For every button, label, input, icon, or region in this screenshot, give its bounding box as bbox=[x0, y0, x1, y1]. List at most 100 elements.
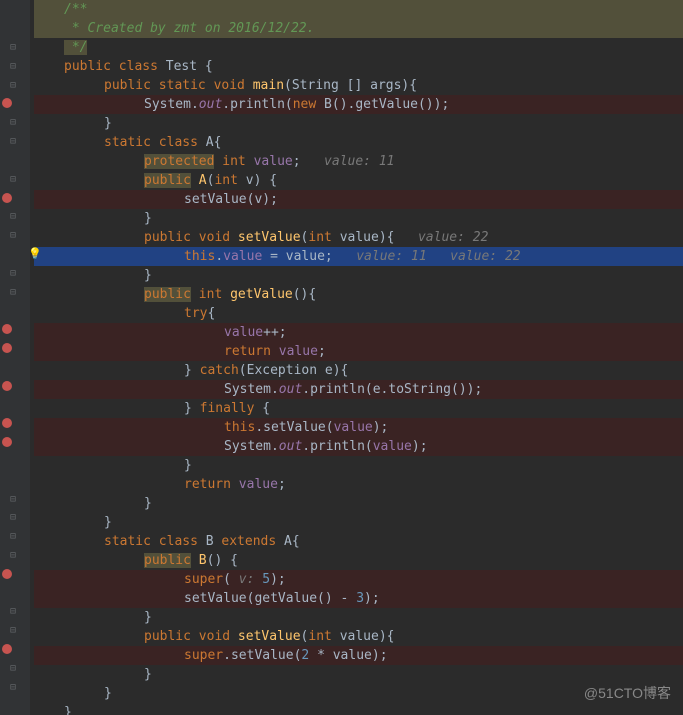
fold-icon[interactable]: ⊟ bbox=[10, 211, 20, 221]
code-line: return value; bbox=[34, 342, 683, 361]
brace: } bbox=[144, 667, 152, 682]
paren: ); bbox=[373, 420, 389, 435]
fold-icon[interactable]: ⊟ bbox=[10, 174, 20, 184]
constructor: A bbox=[199, 173, 207, 188]
breakpoint-icon[interactable] bbox=[2, 569, 12, 579]
gutter-row: ⊟ bbox=[0, 621, 30, 640]
code-text: System. bbox=[144, 97, 199, 112]
brace: { bbox=[214, 135, 222, 150]
brace: } bbox=[144, 610, 152, 625]
fold-icon[interactable]: ⊟ bbox=[10, 531, 20, 541]
brace: } bbox=[104, 686, 112, 701]
number: 3 bbox=[356, 591, 364, 606]
code-line: setValue(getValue() - 3); bbox=[34, 589, 683, 608]
breakpoint-icon[interactable] bbox=[2, 343, 12, 353]
code-line: } bbox=[34, 494, 683, 513]
fold-icon[interactable]: ⊟ bbox=[10, 61, 20, 71]
breakpoint-icon[interactable] bbox=[2, 418, 12, 428]
keyword: public bbox=[144, 553, 191, 568]
brace: } bbox=[64, 705, 72, 715]
brace: { bbox=[292, 534, 300, 549]
keyword: extends bbox=[214, 534, 284, 549]
semicolon: ; bbox=[293, 154, 324, 169]
keyword: static class bbox=[104, 135, 206, 150]
number: 5 bbox=[262, 572, 270, 587]
code-area[interactable]: /** * Created by zmt on 2016/12/22. */ p… bbox=[30, 0, 683, 715]
code-text: .println( bbox=[222, 97, 292, 112]
breakpoint-icon[interactable] bbox=[2, 644, 12, 654]
intention-bulb-icon[interactable]: 💡 bbox=[28, 247, 42, 260]
keyword: public void bbox=[144, 230, 238, 245]
brace: } bbox=[184, 401, 200, 416]
param: v bbox=[254, 192, 262, 207]
gutter-row: ⊟ bbox=[0, 56, 30, 75]
code-line: /** bbox=[34, 0, 683, 19]
brace: { bbox=[207, 306, 215, 321]
field: value bbox=[334, 420, 373, 435]
keyword: public class bbox=[64, 59, 166, 74]
breakpoint-icon[interactable] bbox=[2, 324, 12, 334]
gutter-row: ⊟ bbox=[0, 207, 30, 226]
paren: ( bbox=[301, 629, 309, 644]
fold-icon[interactable]: ⊟ bbox=[10, 117, 20, 127]
doc-comment: * Created by zmt on 2016/12/22. bbox=[64, 21, 314, 36]
fold-icon[interactable]: ⊟ bbox=[10, 287, 20, 297]
method-name: setValue bbox=[238, 230, 301, 245]
keyword: this bbox=[224, 420, 255, 435]
code-line: return value; bbox=[34, 475, 683, 494]
brace: } bbox=[184, 458, 192, 473]
keyword: int bbox=[191, 287, 230, 302]
gutter: ⊟ ⊟ ⊟ ⊟ ⊟ ⊟ ⊟ ⊟ 💡 ⊟ ⊟ ⊟ ⊟ ⊟ ⊟ ⊟ ⊟ ⊟ ⊟ bbox=[0, 0, 30, 715]
fold-icon[interactable]: ⊟ bbox=[10, 625, 20, 635]
breakpoint-icon[interactable] bbox=[2, 193, 12, 203]
code-line: System.out.println(value); bbox=[34, 437, 683, 456]
gutter-row bbox=[0, 357, 30, 376]
code-line: * Created by zmt on 2016/12/22. bbox=[34, 19, 683, 38]
paren: ); bbox=[364, 591, 380, 606]
fold-icon[interactable]: ⊟ bbox=[10, 42, 20, 52]
fold-icon[interactable]: ⊟ bbox=[10, 663, 20, 673]
keyword: public bbox=[144, 287, 191, 302]
inlay-hint: value: 11 bbox=[324, 154, 394, 169]
brace: } bbox=[144, 268, 152, 283]
keyword: public static void bbox=[104, 78, 253, 93]
fold-icon[interactable]: ⊟ bbox=[10, 80, 20, 90]
brace: { bbox=[262, 401, 270, 416]
keyword: catch bbox=[200, 363, 239, 378]
fold-icon[interactable]: ⊟ bbox=[10, 682, 20, 692]
gutter-row bbox=[0, 564, 30, 583]
paren: () { bbox=[207, 553, 238, 568]
gutter-row: ⊟ bbox=[0, 677, 30, 696]
gutter-row: 💡 bbox=[0, 245, 30, 264]
gutter-row bbox=[0, 151, 30, 170]
fold-icon[interactable]: ⊟ bbox=[10, 268, 20, 278]
fold-icon[interactable]: ⊟ bbox=[10, 550, 20, 560]
gutter-row: ⊟ bbox=[0, 75, 30, 94]
gutter-row bbox=[0, 376, 30, 395]
code-line: static class B extends A{ bbox=[34, 532, 683, 551]
fold-icon[interactable]: ⊟ bbox=[10, 494, 20, 504]
inlay-hint: value: 11 bbox=[356, 249, 426, 264]
field: value bbox=[279, 344, 318, 359]
gutter-row bbox=[0, 696, 30, 715]
method-name: main bbox=[253, 78, 284, 93]
code-line: public int getValue(){ bbox=[34, 285, 683, 304]
paren: (){ bbox=[293, 287, 316, 302]
param: value bbox=[286, 249, 325, 264]
code-line: this.setValue(value); bbox=[34, 418, 683, 437]
gutter-row bbox=[0, 19, 30, 38]
fold-icon[interactable]: ⊟ bbox=[10, 606, 20, 616]
keyword: int bbox=[214, 154, 253, 169]
breakpoint-icon[interactable] bbox=[2, 98, 12, 108]
fold-icon[interactable]: ⊟ bbox=[10, 512, 20, 522]
keyword: protected bbox=[144, 154, 214, 169]
gutter-row: ⊟ bbox=[0, 658, 30, 677]
operator: ++; bbox=[263, 325, 286, 340]
fold-icon[interactable]: ⊟ bbox=[10, 136, 20, 146]
fold-icon[interactable]: ⊟ bbox=[10, 230, 20, 240]
breakpoint-icon[interactable] bbox=[2, 381, 12, 391]
breakpoint-icon[interactable] bbox=[2, 437, 12, 447]
keyword: public void bbox=[144, 629, 238, 644]
gutter-row bbox=[0, 188, 30, 207]
params: (String [] args){ bbox=[284, 78, 417, 93]
